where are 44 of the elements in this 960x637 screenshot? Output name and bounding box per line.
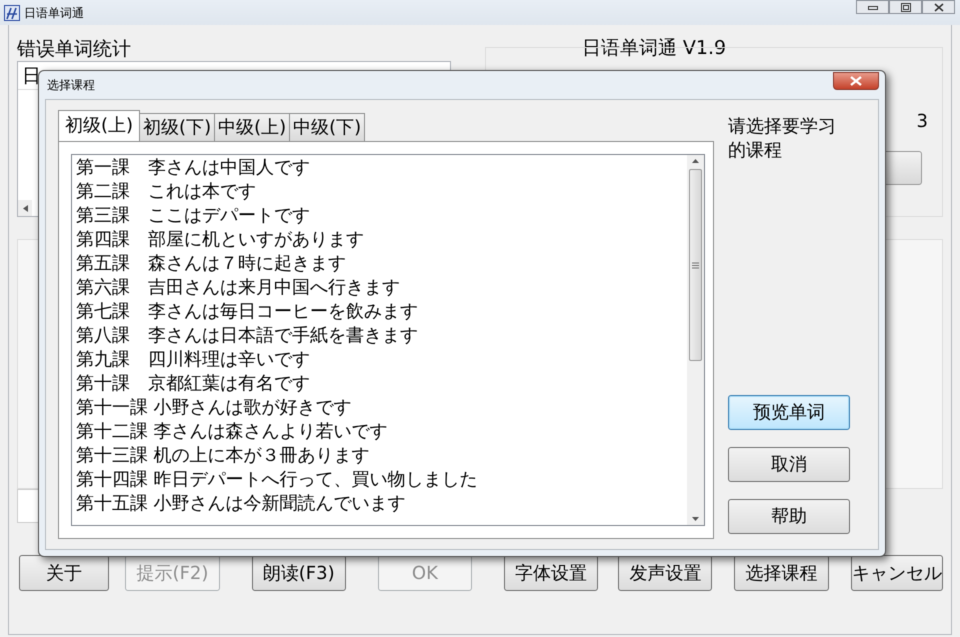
action-button[interactable]: 字体设置 bbox=[504, 555, 598, 591]
app-icon bbox=[4, 4, 20, 20]
close-icon bbox=[850, 76, 862, 86]
grip-icon bbox=[692, 262, 699, 268]
tab[interactable]: 初级(下) bbox=[139, 113, 216, 141]
list-item[interactable]: 第二課 これは本です bbox=[76, 180, 687, 204]
dialog-button[interactable]: 预览单词 bbox=[728, 395, 850, 430]
close-button[interactable] bbox=[833, 72, 879, 90]
minimize-button[interactable] bbox=[856, 0, 889, 14]
list-item[interactable]: 第十課 京都紅葉は有名です bbox=[76, 372, 687, 396]
tab[interactable]: 中级(下) bbox=[289, 113, 366, 141]
section-title: 错误单词统计 bbox=[17, 37, 132, 61]
list-item[interactable]: 第十四課 昨日デパートへ行って、買い物しました bbox=[76, 468, 687, 492]
close-button[interactable] bbox=[922, 0, 955, 14]
list-item[interactable]: 第四課 部屋に机といすがあります bbox=[76, 228, 687, 252]
minimize-icon bbox=[868, 4, 878, 10]
list-item[interactable]: 第五課 森さんは７時に起きます bbox=[76, 252, 687, 276]
list-item[interactable]: 第九課 四川料理は辛いです bbox=[76, 348, 687, 372]
restore-icon bbox=[900, 2, 910, 12]
window-title: 日语单词通 bbox=[24, 4, 84, 22]
list-item[interactable]: 第十五課 小野さんは今新聞読んでいます bbox=[76, 492, 687, 516]
scroll-thumb[interactable] bbox=[689, 169, 702, 361]
action-button[interactable]: キャンセル bbox=[850, 555, 943, 591]
list-item[interactable]: 第十一課 小野さんは歌が好きです bbox=[76, 396, 687, 420]
tab[interactable]: 初级(上) bbox=[58, 110, 140, 141]
list-item[interactable]: 第七課 李さんは毎日コーヒーを飲みます bbox=[76, 300, 687, 324]
tab[interactable]: 中级(上) bbox=[214, 113, 290, 141]
list-item[interactable]: 第一課 李さんは中国人です bbox=[76, 156, 687, 180]
maximize-button[interactable] bbox=[889, 0, 922, 14]
list-item[interactable]: 第十三課 机の上に本が３冊あります bbox=[76, 444, 687, 468]
action-button[interactable]: 关于 bbox=[19, 555, 110, 591]
list-item[interactable]: 第八課 李さんは日本語で手紙を書きます bbox=[76, 324, 687, 348]
list-item[interactable]: 第十二課 李さんは森さんより若いです bbox=[76, 420, 687, 444]
action-button[interactable]: 朗读(F3) bbox=[252, 555, 346, 591]
scrollbar[interactable] bbox=[687, 155, 704, 525]
instruction-text: 请选择要学习的课程 bbox=[728, 115, 837, 163]
action-button[interactable]: 发声设置 bbox=[618, 555, 712, 591]
action-button[interactable]: 选择课程 bbox=[734, 555, 829, 591]
dialog-button[interactable]: 帮助 bbox=[728, 499, 850, 534]
list-item[interactable]: 第三課 ここはデパートです bbox=[76, 204, 687, 228]
list-item[interactable]: 第六課 吉田さんは来月中国へ行きます bbox=[76, 276, 687, 300]
close-icon bbox=[934, 2, 944, 12]
dialog-button[interactable]: 取消 bbox=[728, 447, 850, 482]
count-text: 3 bbox=[916, 110, 928, 134]
